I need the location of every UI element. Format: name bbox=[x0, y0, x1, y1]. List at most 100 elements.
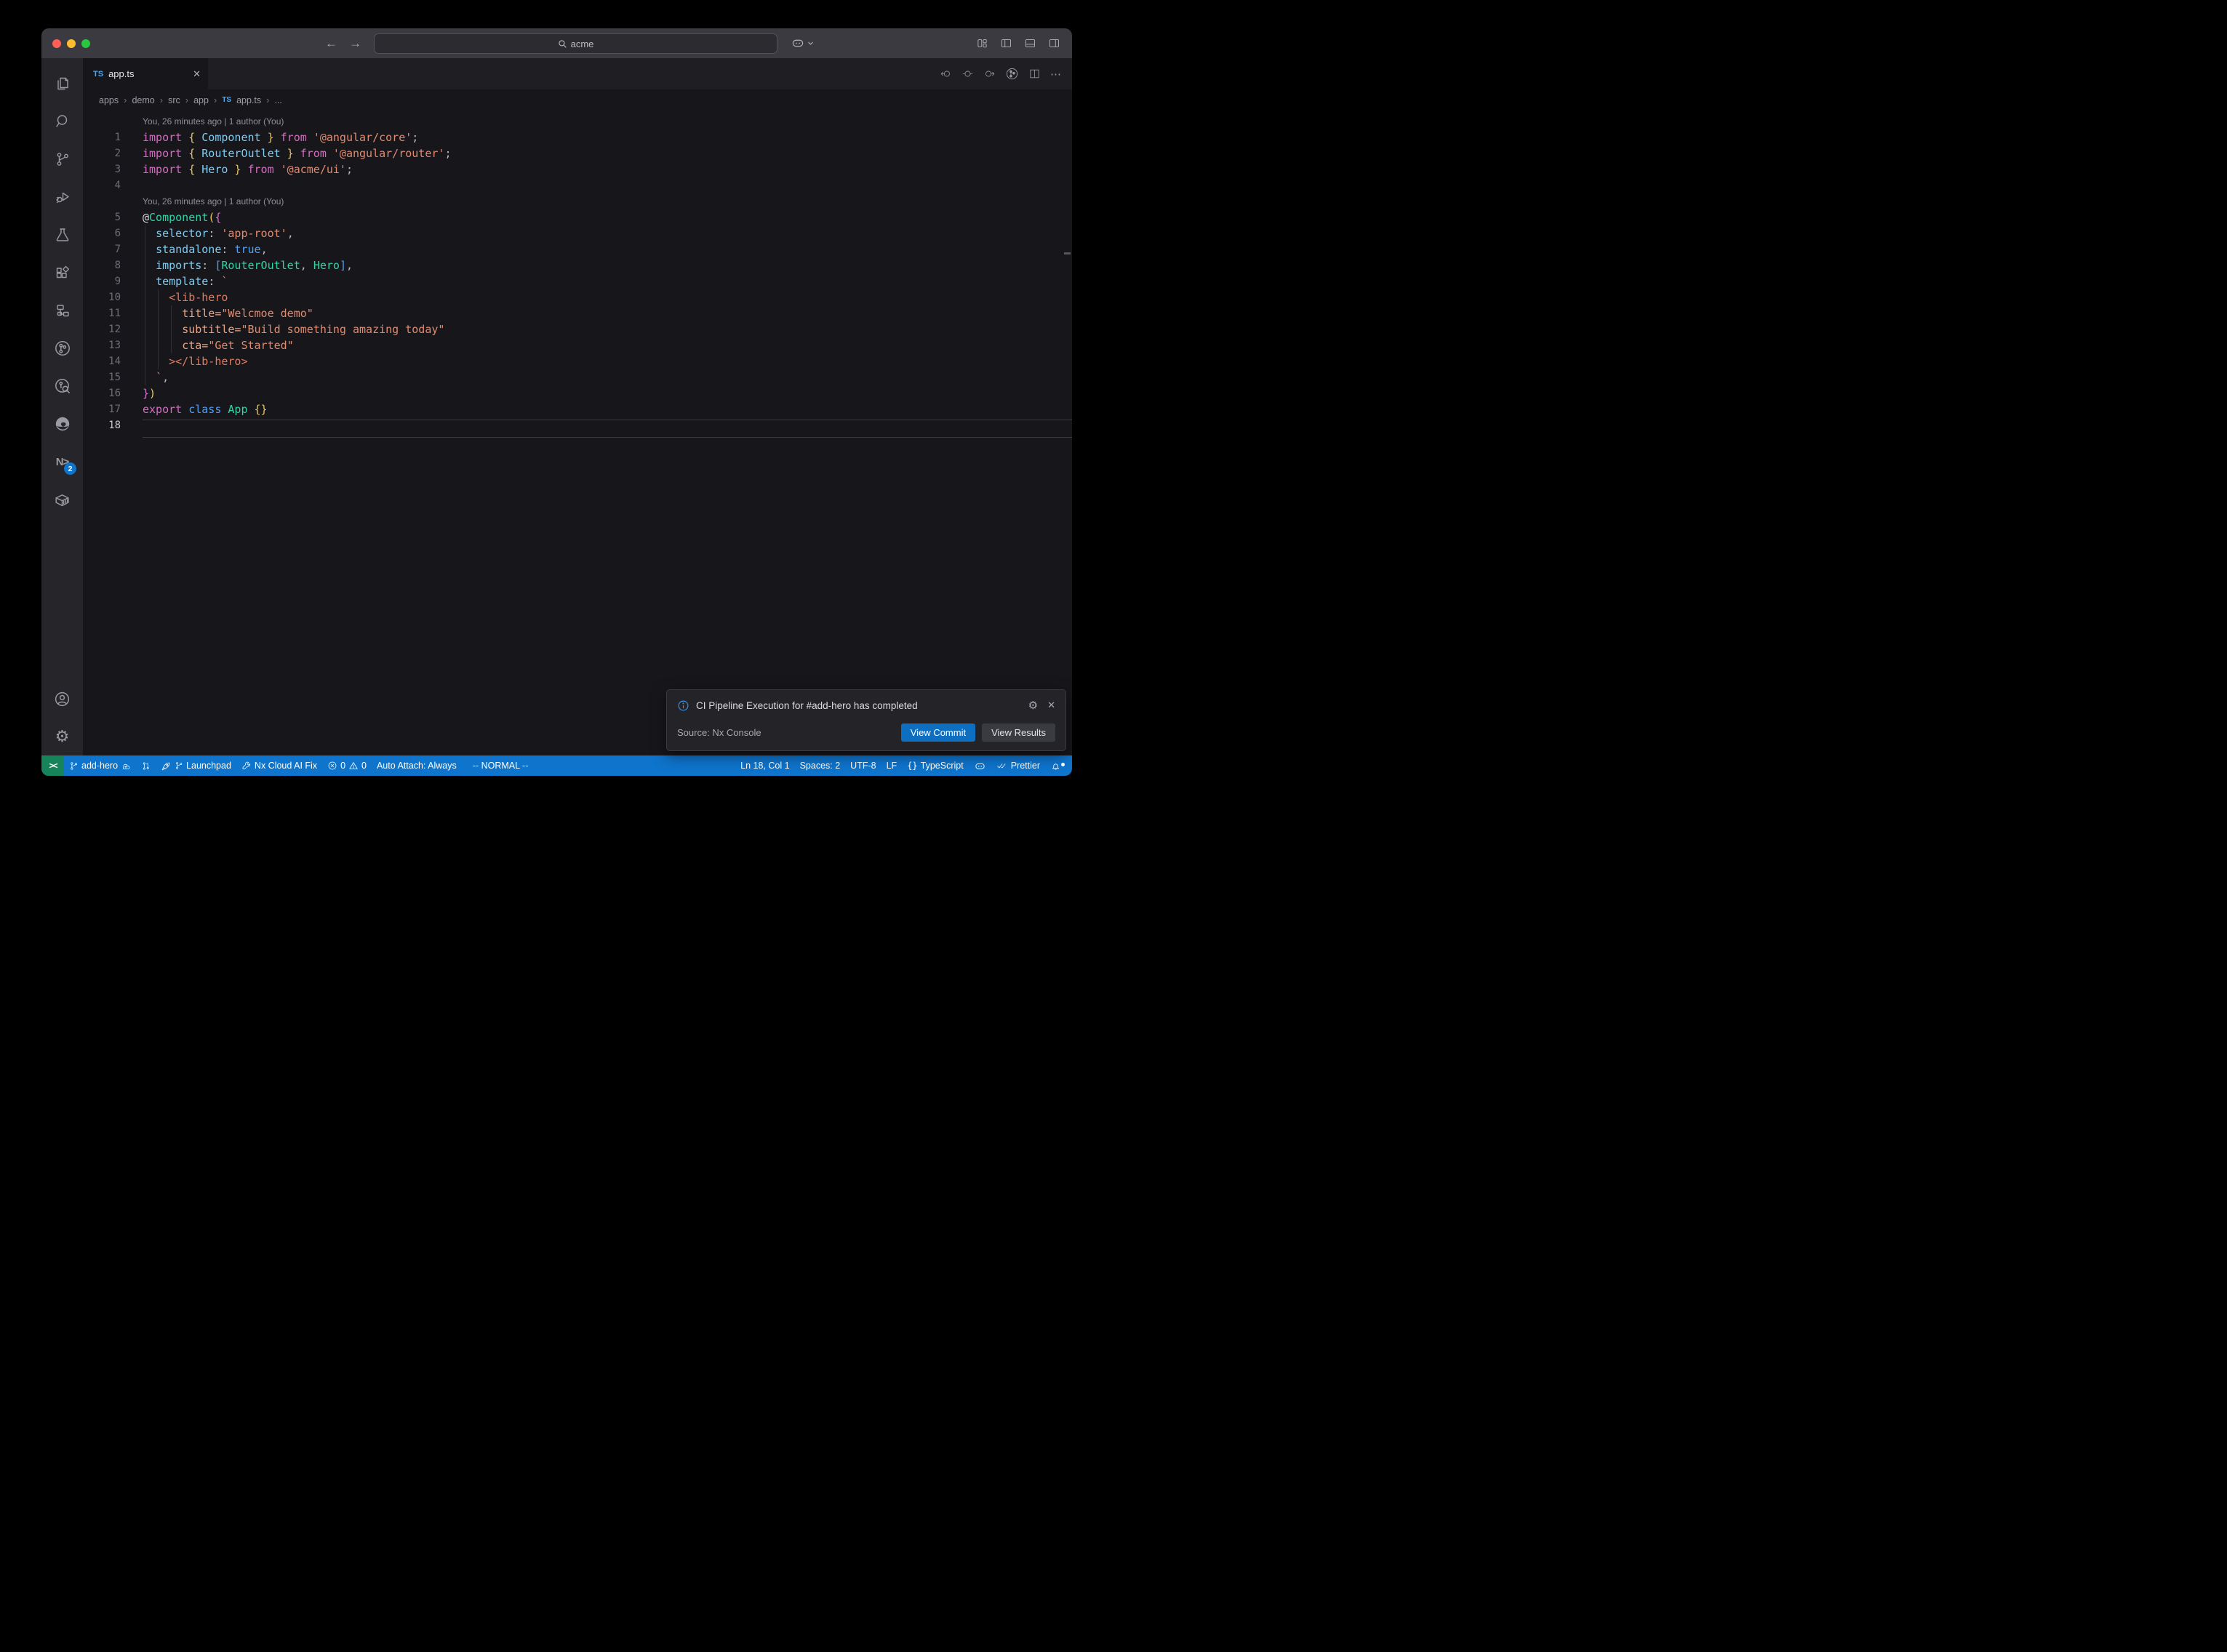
code-text: selector: 'app-root', bbox=[143, 225, 294, 241]
explorer-icon[interactable] bbox=[41, 65, 83, 103]
blame-annotation: You, 26 minutes ago | 1 author (You) bbox=[143, 193, 1072, 209]
double-check-icon bbox=[996, 761, 1008, 771]
git-branch-icon bbox=[175, 761, 183, 770]
line-number: 14 bbox=[83, 353, 121, 369]
breadcrumb-symbol-tail[interactable]: ... bbox=[274, 95, 281, 105]
accounts-icon[interactable] bbox=[41, 680, 83, 718]
run-debug-icon[interactable] bbox=[41, 178, 83, 216]
copilot-menu-button[interactable] bbox=[791, 36, 814, 50]
customize-layout-icon[interactable] bbox=[976, 37, 988, 49]
encoding-status[interactable]: UTF-8 bbox=[845, 761, 881, 771]
gitlens-icon[interactable] bbox=[41, 329, 83, 367]
zoom-window-button[interactable] bbox=[81, 39, 90, 48]
breadcrumb-file[interactable]: app.ts bbox=[236, 95, 261, 105]
gitlens-branch-status[interactable] bbox=[136, 761, 156, 771]
breadcrumb-item[interactable]: app bbox=[193, 95, 209, 105]
breadcrumb-item[interactable]: src bbox=[168, 95, 180, 105]
typescript-file-icon: TS bbox=[222, 96, 231, 104]
command-center-search[interactable]: acme bbox=[374, 33, 777, 54]
view-commit-button[interactable]: View Commit bbox=[901, 723, 975, 742]
code-text: cta="Get Started" bbox=[143, 337, 294, 353]
view-results-button[interactable]: View Results bbox=[982, 723, 1055, 742]
copilot-status[interactable] bbox=[969, 760, 991, 772]
code-text: `, bbox=[143, 369, 169, 385]
notifications-bell[interactable] bbox=[1045, 761, 1066, 771]
remote-indicator[interactable]: >< bbox=[41, 755, 64, 776]
eol-status[interactable]: LF bbox=[881, 761, 903, 771]
code-text: template: ` bbox=[143, 273, 228, 289]
cursor-position-status[interactable]: Ln 18, Col 1 bbox=[735, 761, 794, 771]
wrench-icon bbox=[241, 761, 252, 771]
overview-ruler-marker bbox=[1064, 252, 1071, 254]
toggle-secondary-sidebar-icon[interactable] bbox=[1048, 37, 1060, 49]
line-number: 16 bbox=[83, 385, 121, 401]
line-number: 2 bbox=[83, 145, 121, 161]
split-editor-icon[interactable] bbox=[1028, 68, 1041, 80]
close-window-button[interactable] bbox=[52, 39, 61, 48]
code-line: 11 title="Welcmoe demo" bbox=[83, 305, 1072, 321]
minimize-window-button[interactable] bbox=[67, 39, 76, 48]
tab-label: app.ts bbox=[108, 68, 134, 79]
current-change-icon[interactable] bbox=[961, 68, 974, 80]
prev-change-icon[interactable] bbox=[940, 68, 952, 80]
code-text: export class App {} bbox=[143, 401, 268, 417]
tab-bar: TS app.ts ✕ ⋯ bbox=[83, 58, 1072, 89]
breadcrumb-item[interactable]: demo bbox=[132, 95, 154, 105]
problems-status[interactable]: 0 0 bbox=[322, 761, 372, 771]
code-line: 15 `, bbox=[83, 369, 1072, 385]
settings-gear-icon[interactable]: ⚙ bbox=[41, 718, 83, 755]
code-line: 18 bbox=[83, 417, 1072, 433]
navigate-back-button[interactable]: ← bbox=[325, 36, 337, 51]
source-control-icon[interactable] bbox=[41, 140, 83, 178]
line-number: 12 bbox=[83, 321, 121, 337]
vscode-window: ← → acme bbox=[41, 28, 1072, 776]
edge-devtools-icon[interactable] bbox=[41, 405, 83, 443]
breadcrumb[interactable]: apps › demo › src › app › TS app.ts › ..… bbox=[83, 89, 1072, 111]
vim-mode-status[interactable]: -- NORMAL -- bbox=[468, 761, 534, 771]
toggle-panel-icon[interactable] bbox=[1024, 37, 1036, 49]
navigate-forward-button[interactable]: → bbox=[349, 36, 361, 51]
notification-close-icon[interactable]: ✕ bbox=[1047, 699, 1055, 711]
typescript-file-icon: TS bbox=[93, 70, 103, 79]
auto-attach-status[interactable]: Auto Attach: Always bbox=[372, 761, 462, 771]
code-text: title="Welcmoe demo" bbox=[143, 305, 313, 321]
code-text: <lib-hero bbox=[143, 289, 228, 305]
search-value: acme bbox=[571, 39, 594, 49]
extensions-icon[interactable] bbox=[41, 254, 83, 292]
toggle-primary-sidebar-icon[interactable] bbox=[1000, 37, 1012, 49]
tab-app-ts[interactable]: TS app.ts ✕ bbox=[83, 58, 208, 89]
bell-icon bbox=[1050, 761, 1061, 771]
code-line: 13 cta="Get Started" bbox=[83, 337, 1072, 353]
commit-search-icon[interactable] bbox=[41, 367, 83, 405]
commit-graph-icon[interactable] bbox=[1005, 67, 1019, 81]
code-line: 3import { Hero } from '@acme/ui'; bbox=[83, 161, 1072, 177]
tab-close-icon[interactable]: ✕ bbox=[193, 68, 201, 80]
language-status[interactable]: {} TypeScript bbox=[902, 761, 969, 771]
nx-cloud-ai-fix[interactable]: Nx Cloud AI Fix bbox=[236, 761, 322, 771]
copilot-icon bbox=[791, 36, 805, 50]
breadcrumb-item[interactable]: apps bbox=[99, 95, 119, 105]
chevron-down-icon bbox=[807, 40, 814, 47]
notification-settings-icon[interactable]: ⚙ bbox=[1028, 699, 1038, 712]
line-number: 9 bbox=[83, 273, 121, 289]
more-actions-icon[interactable]: ⋯ bbox=[1050, 68, 1062, 81]
indentation-status[interactable]: Spaces: 2 bbox=[795, 761, 846, 771]
code-editor[interactable]: You, 26 minutes ago | 1 author (You)1imp… bbox=[83, 111, 1072, 755]
testing-icon[interactable] bbox=[41, 216, 83, 254]
status-bar: >< add-hero Launchpad Nx Cloud AI Fix 0 … bbox=[41, 755, 1072, 776]
hierarchy-view-icon[interactable] bbox=[41, 292, 83, 329]
info-icon bbox=[677, 699, 689, 712]
nx-console-icon[interactable]: N>2 bbox=[41, 443, 83, 481]
code-line: 16}) bbox=[83, 385, 1072, 401]
branch-status[interactable]: add-hero bbox=[64, 761, 136, 771]
next-change-icon[interactable] bbox=[983, 68, 996, 80]
line-number: 8 bbox=[83, 257, 121, 273]
search-view-icon[interactable] bbox=[41, 103, 83, 140]
code-text: imports: [RouterOutlet, Hero], bbox=[143, 257, 353, 273]
code-line: 4 bbox=[83, 177, 1072, 193]
prettier-status[interactable]: Prettier bbox=[991, 761, 1045, 771]
container-tools-icon[interactable] bbox=[41, 481, 83, 518]
line-number: 15 bbox=[83, 369, 121, 385]
launchpad-status[interactable]: Launchpad bbox=[156, 761, 236, 771]
code-line: 10 <lib-hero bbox=[83, 289, 1072, 305]
